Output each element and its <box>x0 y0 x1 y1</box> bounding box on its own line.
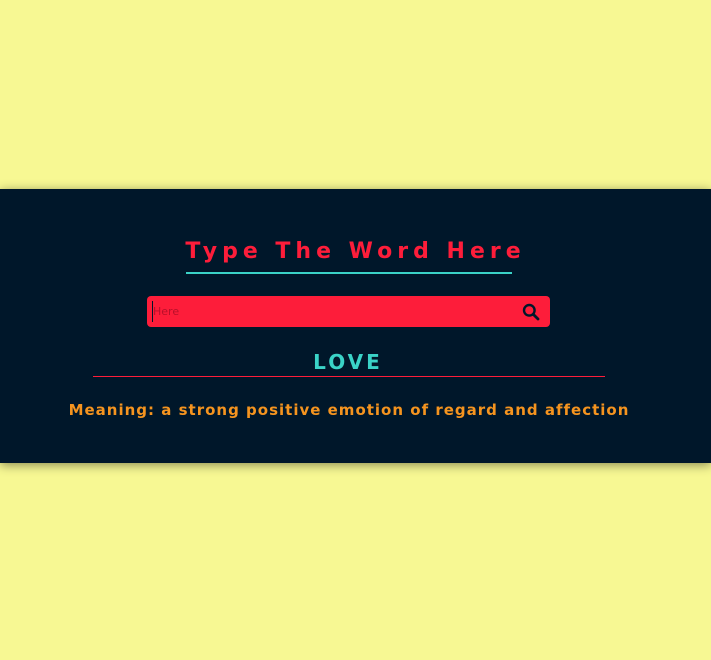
page-title: Type The Word Here <box>185 239 526 264</box>
word-underline <box>93 376 605 377</box>
title-underline <box>186 272 512 274</box>
result-word: LOVE <box>313 350 383 374</box>
search-icon <box>522 303 540 321</box>
result-meaning: Meaning: a strong positive emotion of re… <box>68 401 630 419</box>
search-input[interactable] <box>152 301 513 322</box>
search-button[interactable] <box>522 303 540 321</box>
dictionary-panel: Type The Word Here LOVE Meaning: a stron… <box>0 189 711 463</box>
search-bar <box>147 296 550 327</box>
